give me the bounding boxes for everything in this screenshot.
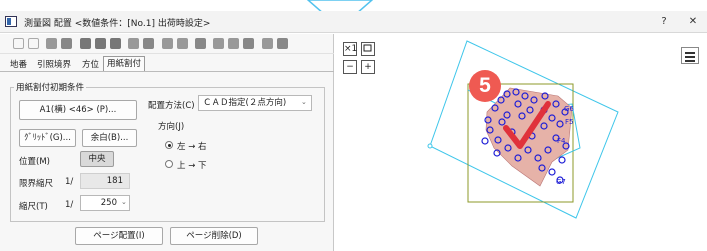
point-label-f4: F4 (557, 137, 566, 145)
point-label-g6: G6 (564, 105, 574, 113)
frame-corner (427, 143, 433, 149)
drawing-overlay: G6 F5 F4 G7 (427, 40, 619, 219)
point-label-g7: G7 (556, 178, 566, 186)
step-badge: 5 (469, 70, 501, 102)
point-label-f5: F5 (565, 118, 573, 126)
